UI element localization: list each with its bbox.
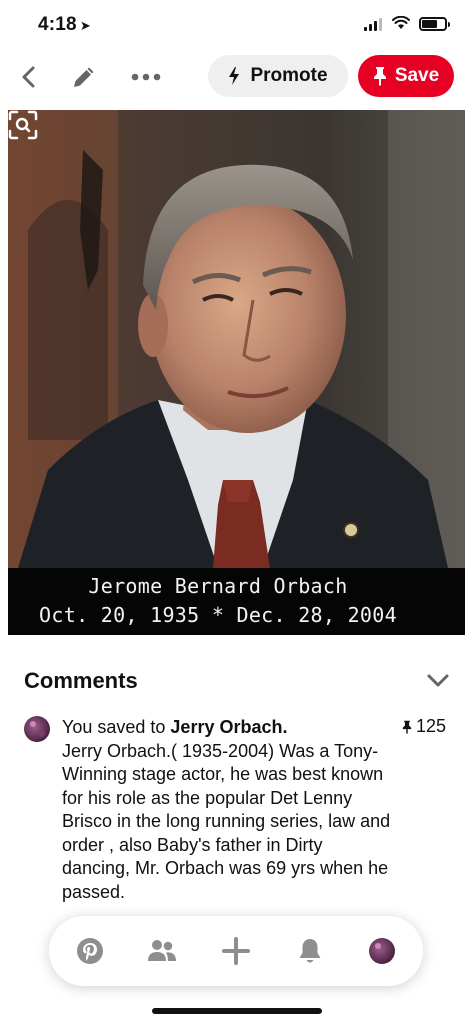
comments-header: Comments: [24, 668, 138, 693]
back-button[interactable]: [14, 62, 44, 92]
nav-following[interactable]: [147, 936, 177, 966]
notifications-bell-icon: [299, 939, 321, 963]
pin-description: You saved to Jerry Orbach. Jerry Orbach.…: [62, 716, 392, 904]
clock-text: 4:18: [38, 14, 77, 35]
home-indicator: [152, 1008, 322, 1014]
avatar[interactable]: [24, 716, 50, 742]
profile-avatar[interactable]: [369, 938, 395, 964]
caption-name: Jerome Bernard Orbach: [88, 574, 348, 598]
portrait-photo: [8, 110, 465, 568]
following-icon: [148, 940, 176, 961]
board-link[interactable]: Jerry Orbach.: [170, 717, 287, 737]
status-time: 4:18 ➤: [38, 14, 91, 36]
caption-dates: Oct. 20, 1935 * Dec. 28, 2004: [39, 603, 397, 627]
location-arrow-icon: ➤: [79, 18, 91, 33]
save-label: Save: [394, 65, 440, 86]
pushpin-icon: [373, 67, 386, 86]
lightning-icon: [229, 67, 240, 85]
pin-toolbar: Promote Save: [0, 52, 473, 100]
wifi-icon: [392, 16, 410, 29]
more-options-button[interactable]: [131, 62, 161, 92]
nav-home[interactable]: [75, 936, 105, 966]
promote-label: Promote: [250, 65, 328, 86]
create-plus-icon: [222, 937, 250, 965]
pencil-icon: [74, 67, 94, 87]
promote-button[interactable]: Promote: [208, 55, 348, 97]
caption-band: Jerome Bernard Orbach Oct. 20, 1935 * De…: [8, 568, 465, 635]
more-dots-icon: [131, 73, 161, 81]
nav-notifications[interactable]: [295, 936, 325, 966]
description-text: Jerry Orbach.( 1935-2004) Was a Tony-Win…: [62, 740, 391, 902]
saved-to-prefix: You saved to: [62, 717, 171, 737]
pinterest-home-icon: [77, 938, 103, 964]
nav-create[interactable]: [221, 936, 251, 966]
pin-image[interactable]: Jerome Bernard Orbach Oct. 20, 1935 * De…: [8, 110, 465, 635]
pushpin-icon: [402, 720, 412, 734]
chevron-left-icon: [22, 66, 35, 88]
visual-search-icon[interactable]: [8, 110, 38, 140]
save-count: 125: [402, 716, 446, 737]
edit-button[interactable]: [69, 62, 99, 92]
save-button[interactable]: Save: [358, 55, 454, 97]
status-bar: 4:18 ➤: [0, 0, 473, 50]
save-count-value: 125: [416, 716, 447, 736]
bottom-nav: [49, 916, 423, 986]
chevron-down-icon[interactable]: [426, 672, 450, 690]
cellular-signal-icon: [364, 18, 382, 31]
battery-icon: [419, 17, 450, 31]
